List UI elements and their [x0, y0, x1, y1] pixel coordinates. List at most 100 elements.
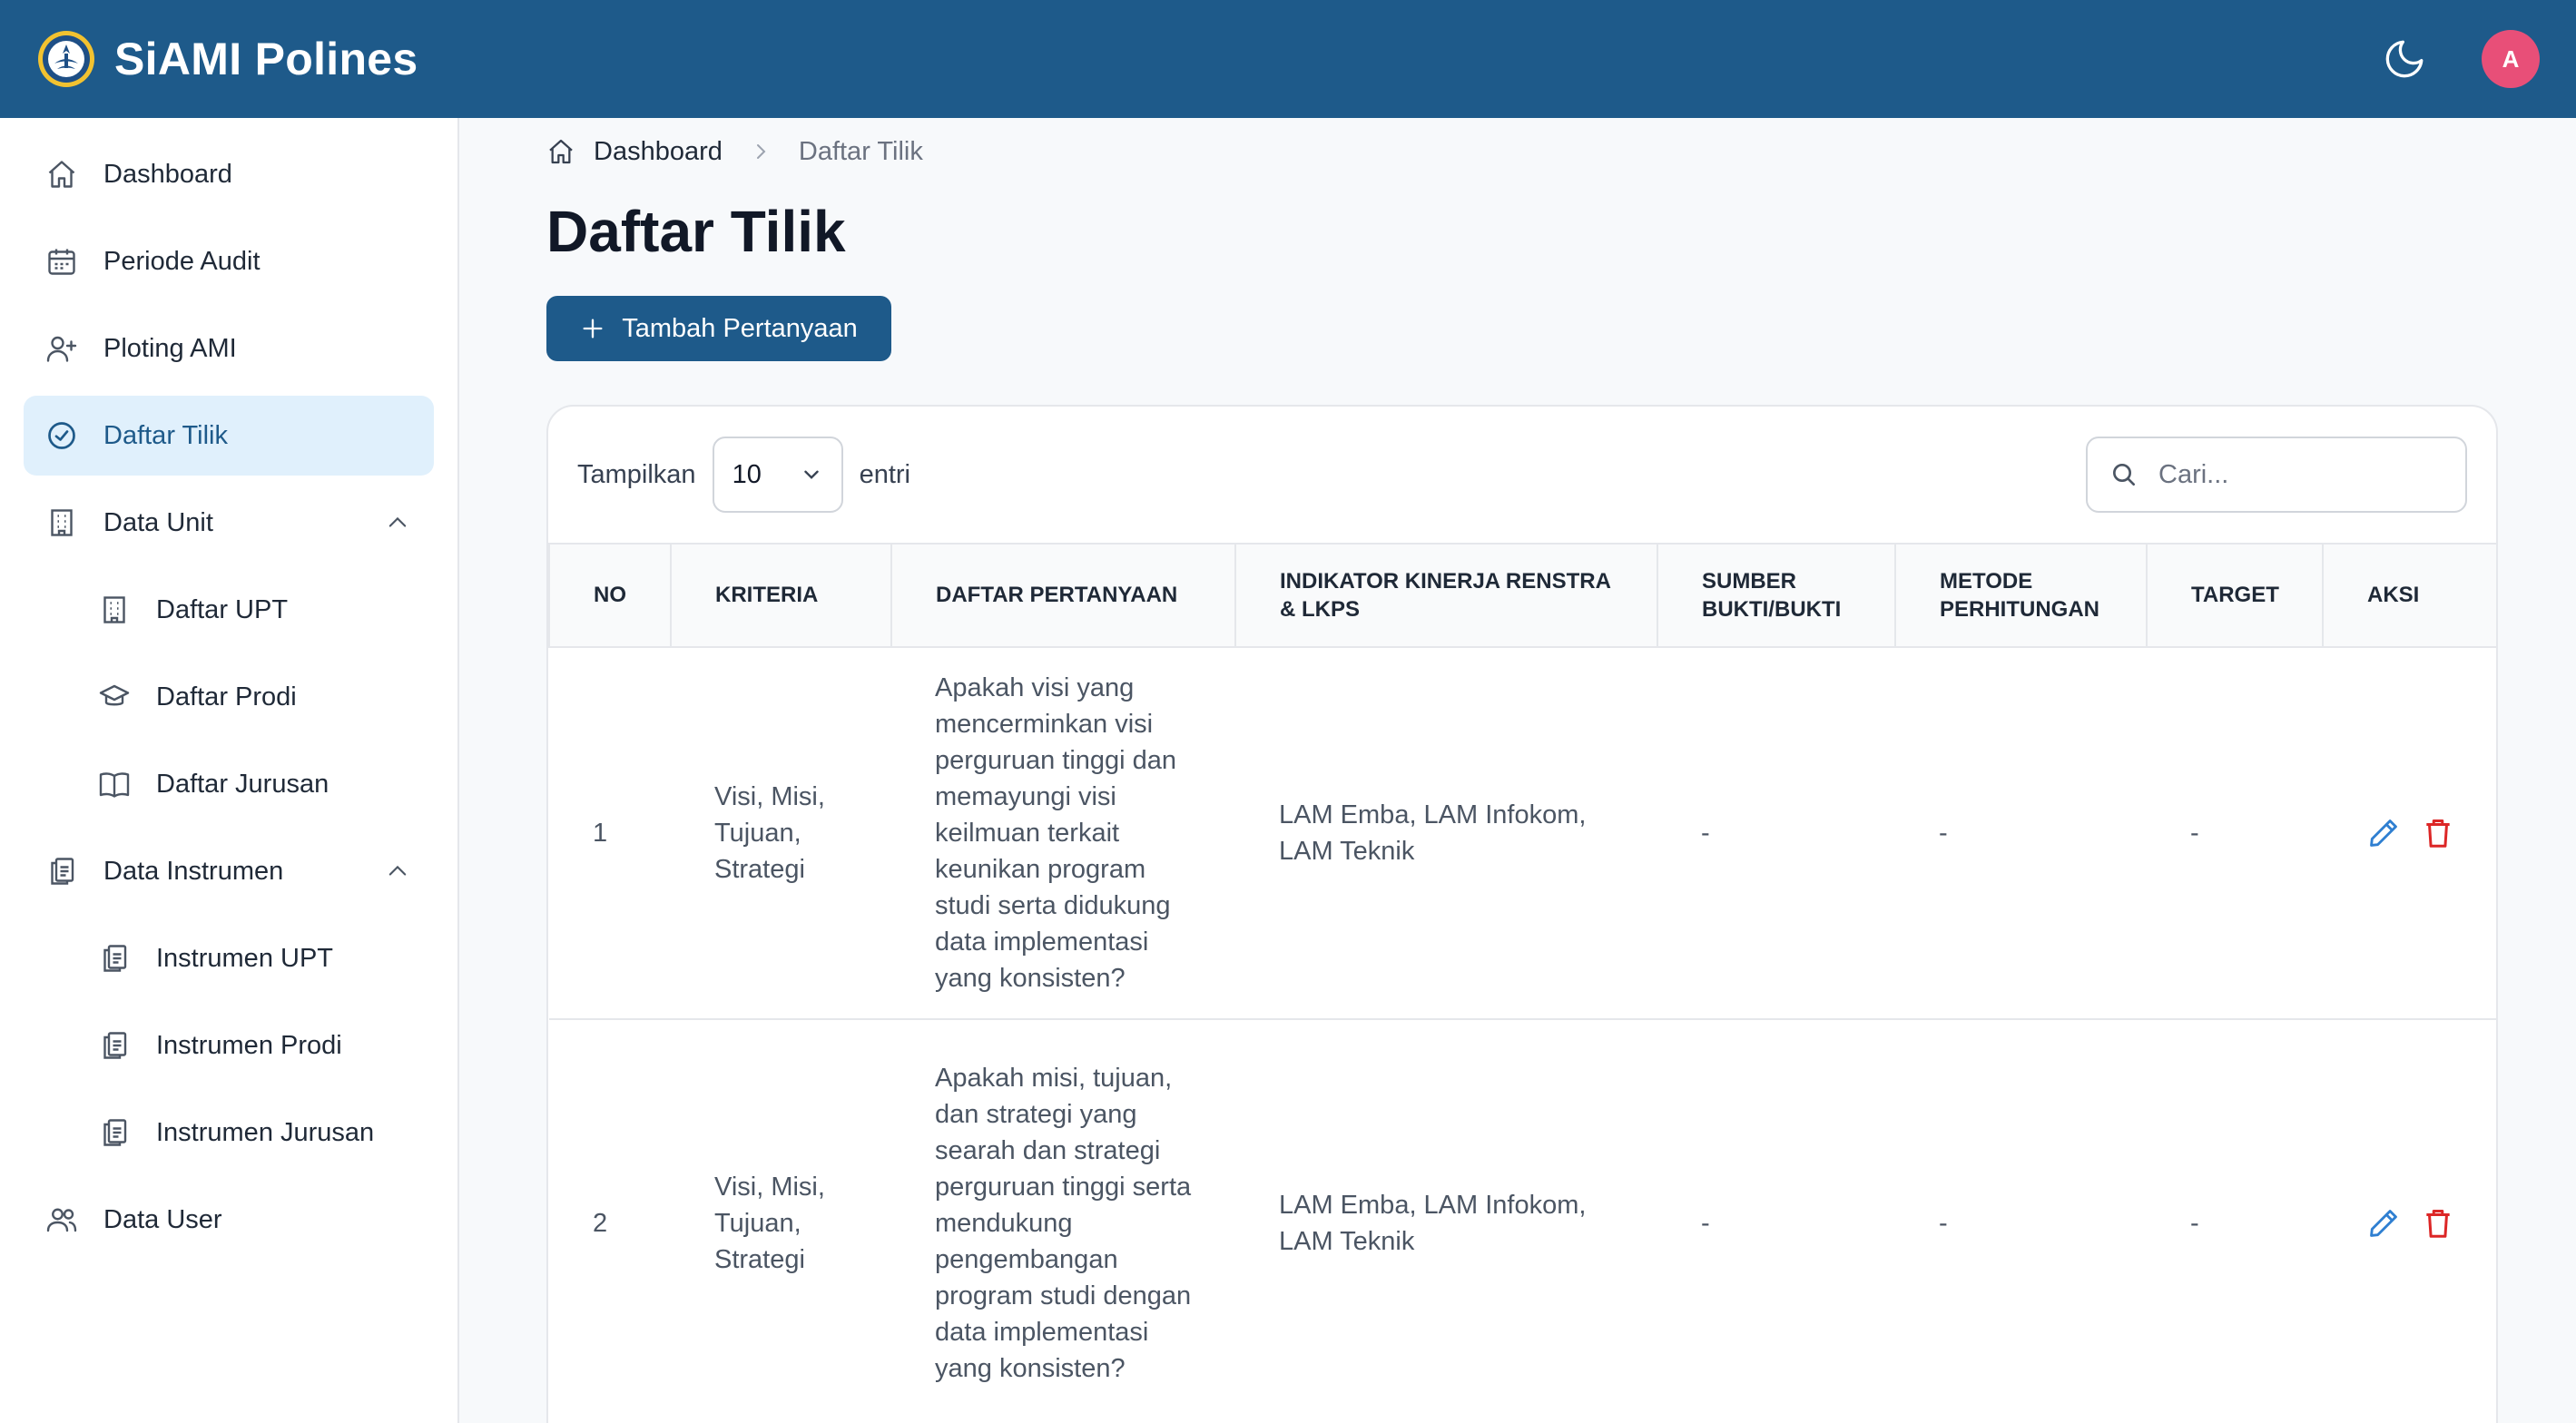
sidebar-item-label: Daftar Jurusan — [156, 769, 329, 799]
sidebar-item-data-unit[interactable]: Data Unit — [24, 483, 434, 563]
cell-aksi — [2323, 1019, 2496, 1423]
sidebar-item-label: Daftar Prodi — [156, 682, 297, 712]
cell-metode: - — [1895, 647, 2147, 1020]
top-bar: SiAMI Polines A — [0, 0, 2576, 118]
page-title: Daftar Tilik — [546, 199, 846, 264]
clipboard-icon — [51, 858, 74, 885]
cell-no: 1 — [549, 647, 671, 1020]
breadcrumb: Dashboard Daftar Tilik — [546, 118, 2576, 185]
cell-metode: - — [1895, 1019, 2147, 1423]
search-icon — [2113, 464, 2135, 486]
sidebar-item-instrumen-jurusan[interactable]: Instrumen Jurusan — [24, 1093, 434, 1173]
clipboard-icon — [103, 1032, 127, 1059]
table-row: 2 Visi, Misi, Tujuan, Strategi Apakah mi… — [549, 1019, 2496, 1423]
col-header-target[interactable]: TARGET — [2146, 543, 2324, 648]
sidebar-item-data-user[interactable]: Data User — [24, 1180, 434, 1260]
cell-no: 2 — [549, 1019, 671, 1423]
col-header-indikator[interactable]: INDIKATOR KINERJA RENSTRA & LKPS — [1234, 543, 1658, 648]
cell-target: - — [2147, 1019, 2323, 1423]
sidebar-item-label: Instrumen Prodi — [156, 1030, 342, 1060]
col-header-sumber-bukti[interactable]: SUMBER BUKTI/BUKTI — [1657, 543, 1896, 648]
sidebar-item-data-instrumen[interactable]: Data Instrumen — [24, 831, 434, 911]
checklist-table: NO KRITERIA DAFTAR PERTANYAAN INDIKATOR … — [548, 543, 2496, 1423]
edit-pencil-icon[interactable] — [2366, 816, 2401, 850]
checklist-table-card: Tampilkan 10 entri NO KRITERIA — [546, 405, 2498, 1423]
col-header-kriteria[interactable]: KRITERIA — [670, 543, 892, 648]
graduation-cap-icon — [99, 684, 130, 706]
cell-sumber: - — [1657, 1019, 1895, 1423]
sidebar-item-label: Daftar UPT — [156, 594, 289, 624]
clipboard-icon — [103, 1119, 127, 1146]
building-icon — [103, 596, 125, 623]
main-content: Dashboard Daftar Tilik Daftar Tilik Tamb… — [459, 118, 2576, 1423]
table-header-row: NO KRITERIA DAFTAR PERTANYAAN INDIKATOR … — [548, 543, 2496, 648]
sidebar-item-label: Ploting AMI — [103, 333, 237, 363]
brand[interactable]: SiAMI Polines — [36, 29, 418, 89]
delete-trash-icon[interactable] — [2421, 1206, 2455, 1241]
page-size-select[interactable]: 10 — [712, 437, 843, 513]
col-header-metode[interactable]: METODE PERHITUNGAN — [1894, 543, 2148, 648]
users-icon — [46, 1208, 77, 1232]
col-header-daftar-pertanyaan[interactable]: DAFTAR PERTANYAAN — [890, 543, 1236, 648]
chevron-up-icon[interactable] — [385, 859, 410, 884]
add-question-label: Tambah Pertanyaan — [622, 313, 858, 343]
add-question-button[interactable]: Tambah Pertanyaan — [546, 296, 891, 361]
breadcrumb-current: Daftar Tilik — [798, 136, 923, 166]
delete-trash-icon[interactable] — [2421, 816, 2455, 850]
show-label: Tampilkan — [577, 459, 696, 489]
sidebar-item-label: Data User — [103, 1204, 222, 1234]
breadcrumb-home-link[interactable]: Dashboard — [594, 137, 723, 167]
sidebar-item-daftar-jurusan[interactable]: Daftar Jurusan — [24, 744, 434, 824]
table-row: 1 Visi, Misi, Tujuan, Strategi Apakah vi… — [549, 647, 2496, 1020]
sidebar-item-daftar-tilik[interactable]: Daftar Tilik — [24, 396, 434, 476]
sidebar-item-instrumen-prodi[interactable]: Instrumen Prodi — [24, 1006, 434, 1085]
sidebar-item-label: Daftar Tilik — [103, 420, 228, 450]
chevron-right-icon — [756, 144, 766, 159]
table-toolbar: Tampilkan 10 entri — [548, 407, 2496, 543]
check-circle-icon — [48, 422, 75, 449]
book-icon — [99, 772, 130, 798]
cell-target: - — [2147, 647, 2323, 1020]
entries-label: entri — [859, 459, 910, 489]
col-header-aksi: AKSI — [2322, 543, 2496, 648]
sidebar-item-daftar-prodi[interactable]: Daftar Prodi — [24, 657, 434, 737]
cell-indikator: LAM Emba, LAM Infokom, LAM Teknik — [1235, 647, 1657, 1020]
cell-indikator: LAM Emba, LAM Infokom, LAM Teknik — [1235, 1019, 1657, 1423]
app-title: SiAMI Polines — [114, 34, 418, 84]
edit-pencil-icon[interactable] — [2366, 1206, 2401, 1241]
sidebar-item-ploting-ami[interactable]: Ploting AMI — [24, 309, 434, 388]
search-box[interactable] — [2086, 437, 2467, 513]
sidebar-item-label: Dashboard — [103, 159, 232, 189]
sidebar-item-instrumen-upt[interactable]: Instrumen UPT — [24, 918, 434, 998]
calendar-icon — [48, 249, 75, 275]
home-icon[interactable] — [546, 137, 575, 166]
user-plus-icon — [46, 336, 77, 362]
plus-icon — [583, 319, 603, 339]
moon-icon[interactable] — [2382, 36, 2427, 82]
cell-aksi — [2323, 647, 2496, 1020]
cell-kriteria: Visi, Misi, Tujuan, Strategi — [671, 647, 891, 1020]
sidebar-item-label: Instrumen Jurusan — [156, 1117, 375, 1147]
sidebar-item-label: Data Instrumen — [103, 856, 284, 886]
col-header-no[interactable]: NO — [548, 543, 672, 648]
chevron-up-icon[interactable] — [385, 510, 410, 535]
cell-sumber: - — [1657, 647, 1895, 1020]
sidebar-item-label: Periode Audit — [103, 246, 261, 276]
sidebar-item-label: Data Unit — [103, 507, 213, 537]
sidebar-item-dashboard[interactable]: Dashboard — [24, 134, 434, 214]
page-size-control: Tampilkan 10 entri — [577, 437, 910, 513]
sidebar: Dashboard Periode Audit Ploting AMI Daft… — [0, 118, 459, 1423]
cell-kriteria: Visi, Misi, Tujuan, Strategi — [671, 1019, 891, 1423]
cell-pertanyaan: Apakah visi yang mencerminkan visi pergu… — [891, 647, 1235, 1020]
search-input[interactable] — [2158, 459, 2431, 490]
home-icon — [48, 161, 75, 188]
sidebar-item-daftar-upt[interactable]: Daftar UPT — [24, 570, 434, 650]
user-avatar[interactable]: A — [2482, 30, 2540, 88]
polines-logo-icon — [38, 31, 94, 87]
clipboard-icon — [103, 945, 127, 972]
building-icon — [51, 509, 73, 536]
sidebar-item-periode-audit[interactable]: Periode Audit — [24, 221, 434, 301]
cell-pertanyaan: Apakah misi, tujuan, dan strategi yang s… — [891, 1019, 1235, 1423]
sidebar-item-label: Instrumen UPT — [156, 943, 333, 973]
page-size-value: 10 — [732, 459, 762, 489]
